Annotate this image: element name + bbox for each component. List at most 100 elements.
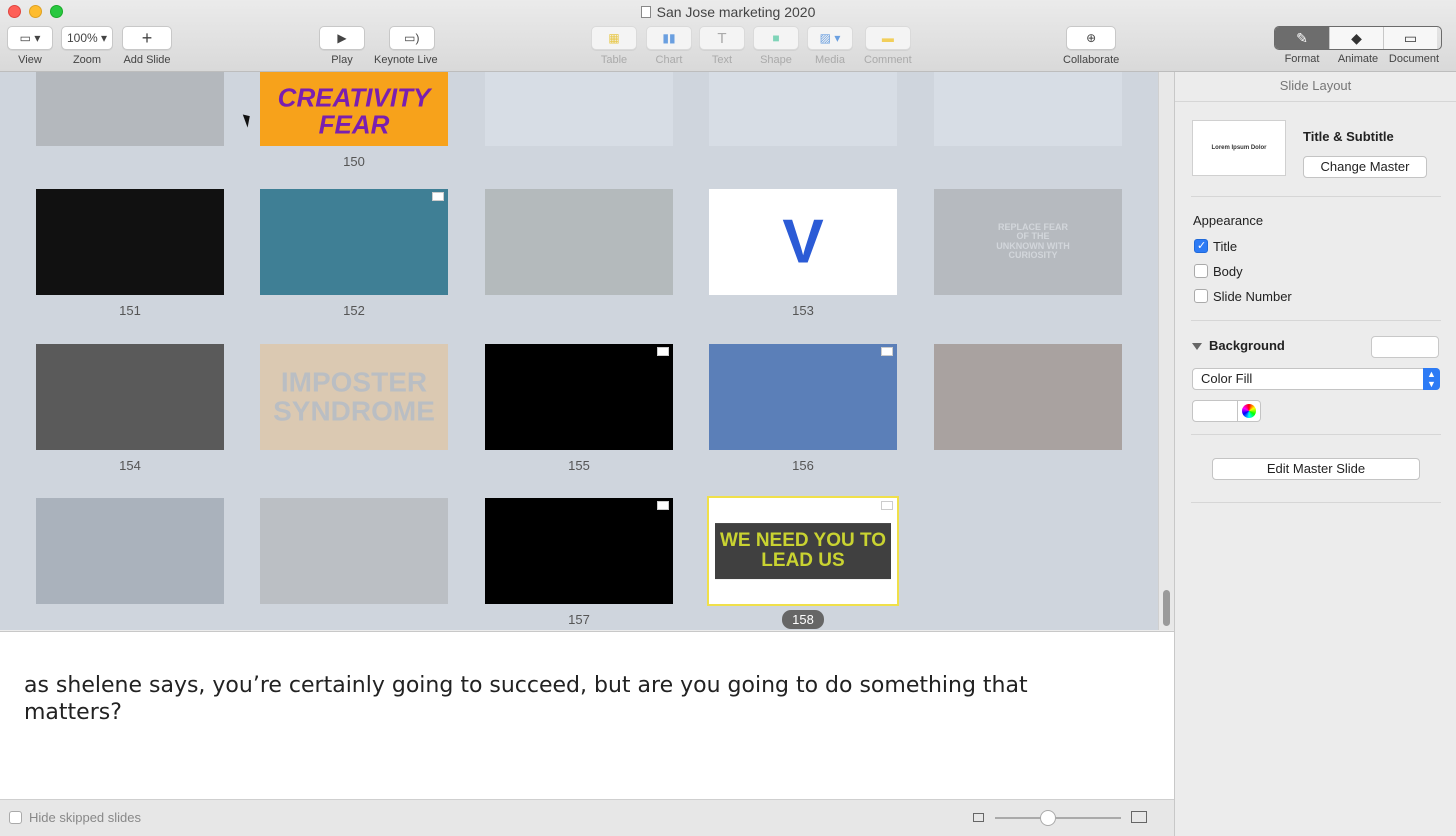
slide-thumbnail-text: V — [782, 209, 824, 275]
shape-control[interactable]: ■ Shape — [753, 26, 799, 66]
table-control[interactable]: ▦ Table — [591, 26, 637, 66]
light-table[interactable]: CREATIVITY FEAR 150 151 152 V 153 REPLACE FEAR… — [0, 72, 1158, 630]
keynote-live-control[interactable]: ▭) Keynote Live — [374, 26, 438, 66]
edit-master-slide-button[interactable]: Edit Master Slide — [1212, 458, 1420, 480]
keynote-live-button[interactable]: ▭) — [388, 26, 435, 50]
thumbnail-size-slider[interactable] — [995, 817, 1121, 819]
slide-number: 150 — [260, 154, 448, 169]
slide-thumbnail[interactable] — [934, 344, 1122, 450]
document-tab[interactable]: ▭ — [1383, 27, 1437, 49]
title-checkbox[interactable] — [1194, 239, 1208, 253]
slide-number: 158 — [709, 610, 897, 629]
media-button[interactable]: ▨ ▾ — [807, 26, 853, 50]
divider — [1191, 502, 1441, 503]
presenter-notes[interactable]: as shelene says, you’re certainly going … — [0, 631, 1174, 799]
slide-thumbnail[interactable] — [36, 189, 224, 295]
zoom-control[interactable]: 100% ▾ Zoom — [61, 26, 113, 66]
table-button[interactable]: ▦ — [591, 26, 637, 50]
slide-number-text: 154 — [119, 458, 141, 473]
zoom-dropdown[interactable]: 100% ▾ — [61, 26, 113, 50]
diamond-icon: ◆ — [1351, 29, 1362, 46]
media-control[interactable]: ▨ ▾ Media — [807, 26, 853, 66]
chart-icon: ▮▮ — [662, 31, 676, 45]
slide-thumbnail[interactable]: WE NEED YOU TO LEAD US — [707, 496, 899, 606]
inspector-header: Slide Layout — [1175, 72, 1456, 102]
slide-thumbnail[interactable]: V — [709, 189, 897, 295]
presenter-notes-text[interactable]: as shelene says, you’re certainly going … — [24, 672, 1054, 726]
shape-button[interactable]: ■ — [753, 26, 799, 50]
slide-number-checkbox[interactable] — [1194, 289, 1208, 303]
slide-thumbnail[interactable] — [36, 344, 224, 450]
light-table-scrollbar[interactable] — [1158, 72, 1174, 630]
change-master-button[interactable]: Change Master — [1303, 156, 1427, 178]
slide-thumbnail[interactable] — [485, 344, 673, 450]
background-heading[interactable]: Background — [1209, 338, 1285, 353]
has-notes-icon — [657, 501, 669, 510]
comment-icon: ▬ — [881, 31, 894, 45]
inspector-tab-labels: Format Animate Document — [1284, 53, 1440, 65]
scrollbar-thumb[interactable] — [1163, 590, 1170, 626]
body-checkbox-label: Body — [1213, 264, 1243, 279]
text-icon: T — [717, 29, 727, 47]
slide-thumbnail[interactable] — [260, 498, 448, 604]
slide-number-text: 153 — [792, 303, 814, 318]
view-button[interactable]: ▭ ▾ — [7, 26, 53, 50]
animate-tab[interactable]: ◆ — [1329, 27, 1383, 49]
disclosure-triangle-icon[interactable] — [1192, 343, 1202, 350]
document-rect-icon: ▭ — [1403, 29, 1418, 46]
divider — [1191, 196, 1441, 197]
slide-number: 156 — [709, 458, 897, 473]
slide-thumbnail[interactable] — [934, 72, 1122, 146]
small-thumbnail-icon — [973, 813, 984, 822]
master-name: Title & Subtitle — [1303, 129, 1394, 144]
appearance-heading: Appearance — [1193, 213, 1264, 228]
slide-thumbnail[interactable] — [709, 344, 897, 450]
slide-thumbnail[interactable]: REPLACE FEAR OF THE UNKNOWN WITH CURIOSI… — [934, 189, 1122, 295]
chart-control[interactable]: ▮▮ Chart — [646, 26, 692, 66]
slide-number: 154 — [36, 458, 224, 473]
slide-thumbnail[interactable] — [485, 498, 673, 604]
comment-button[interactable]: ▬ — [864, 26, 911, 50]
add-slide-button[interactable]: + — [122, 26, 172, 50]
slide-thumbnail[interactable] — [709, 72, 897, 146]
slide-number-text: 150 — [343, 154, 365, 169]
collaborate-button[interactable]: ⊕ — [1066, 26, 1117, 50]
slide-thumbnail[interactable] — [485, 189, 673, 295]
chevron-down-icon: ▾ — [97, 31, 108, 45]
slide-number: 151 — [36, 303, 224, 318]
slide-thumbnail[interactable]: CREATIVITY FEAR — [260, 72, 448, 146]
view-control[interactable]: ▭ ▾ View — [7, 26, 53, 66]
format-tab[interactable]: ✎ — [1275, 27, 1329, 49]
slide-number: 152 — [260, 303, 448, 318]
shape-icon: ■ — [772, 31, 780, 45]
add-slide-control[interactable]: + Add Slide — [122, 26, 172, 66]
fill-color-well[interactable] — [1192, 400, 1238, 422]
slide-thumbnail[interactable] — [485, 72, 673, 146]
chart-button[interactable]: ▮▮ — [646, 26, 692, 50]
fill-type-select[interactable]: Color Fill ▲ ▼ — [1192, 368, 1440, 390]
play-control[interactable]: ▶ Play — [319, 26, 365, 66]
text-button[interactable]: T — [699, 26, 745, 50]
background-preview-well[interactable] — [1371, 336, 1439, 358]
text-control[interactable]: T Text — [699, 26, 745, 66]
play-button[interactable]: ▶ — [319, 26, 365, 50]
slide-number: 157 — [485, 612, 673, 627]
hide-skipped-label: Hide skipped slides — [29, 810, 142, 825]
sidebar-layout-icon: ▭ ▾ — [19, 31, 41, 45]
slide-thumbnail[interactable] — [36, 498, 224, 604]
slide-thumbnail[interactable]: IMPOSTER SYNDROME — [260, 344, 448, 450]
table-icon: ▦ — [608, 31, 620, 45]
collaborate-control[interactable]: ⊕ Collaborate — [1063, 26, 1119, 66]
slide-thumbnail[interactable] — [36, 72, 224, 146]
color-wheel-icon[interactable] — [1238, 400, 1261, 422]
master-thumbnail[interactable]: Lorem Ipsum Dolor — [1192, 120, 1286, 176]
hide-skipped-checkbox[interactable] — [9, 811, 22, 824]
thumbnail-size-slider-knob[interactable] — [1039, 810, 1056, 826]
bottom-bar: Hide skipped slides — [0, 799, 1174, 836]
inspector-segmented-control: ✎ ◆ ▭ — [1274, 26, 1442, 50]
slide-number: 155 — [485, 458, 673, 473]
plus-icon: + — [141, 27, 153, 48]
slide-thumbnail[interactable] — [260, 189, 448, 295]
body-checkbox[interactable] — [1194, 264, 1208, 278]
comment-control[interactable]: ▬ Comment — [864, 26, 912, 66]
